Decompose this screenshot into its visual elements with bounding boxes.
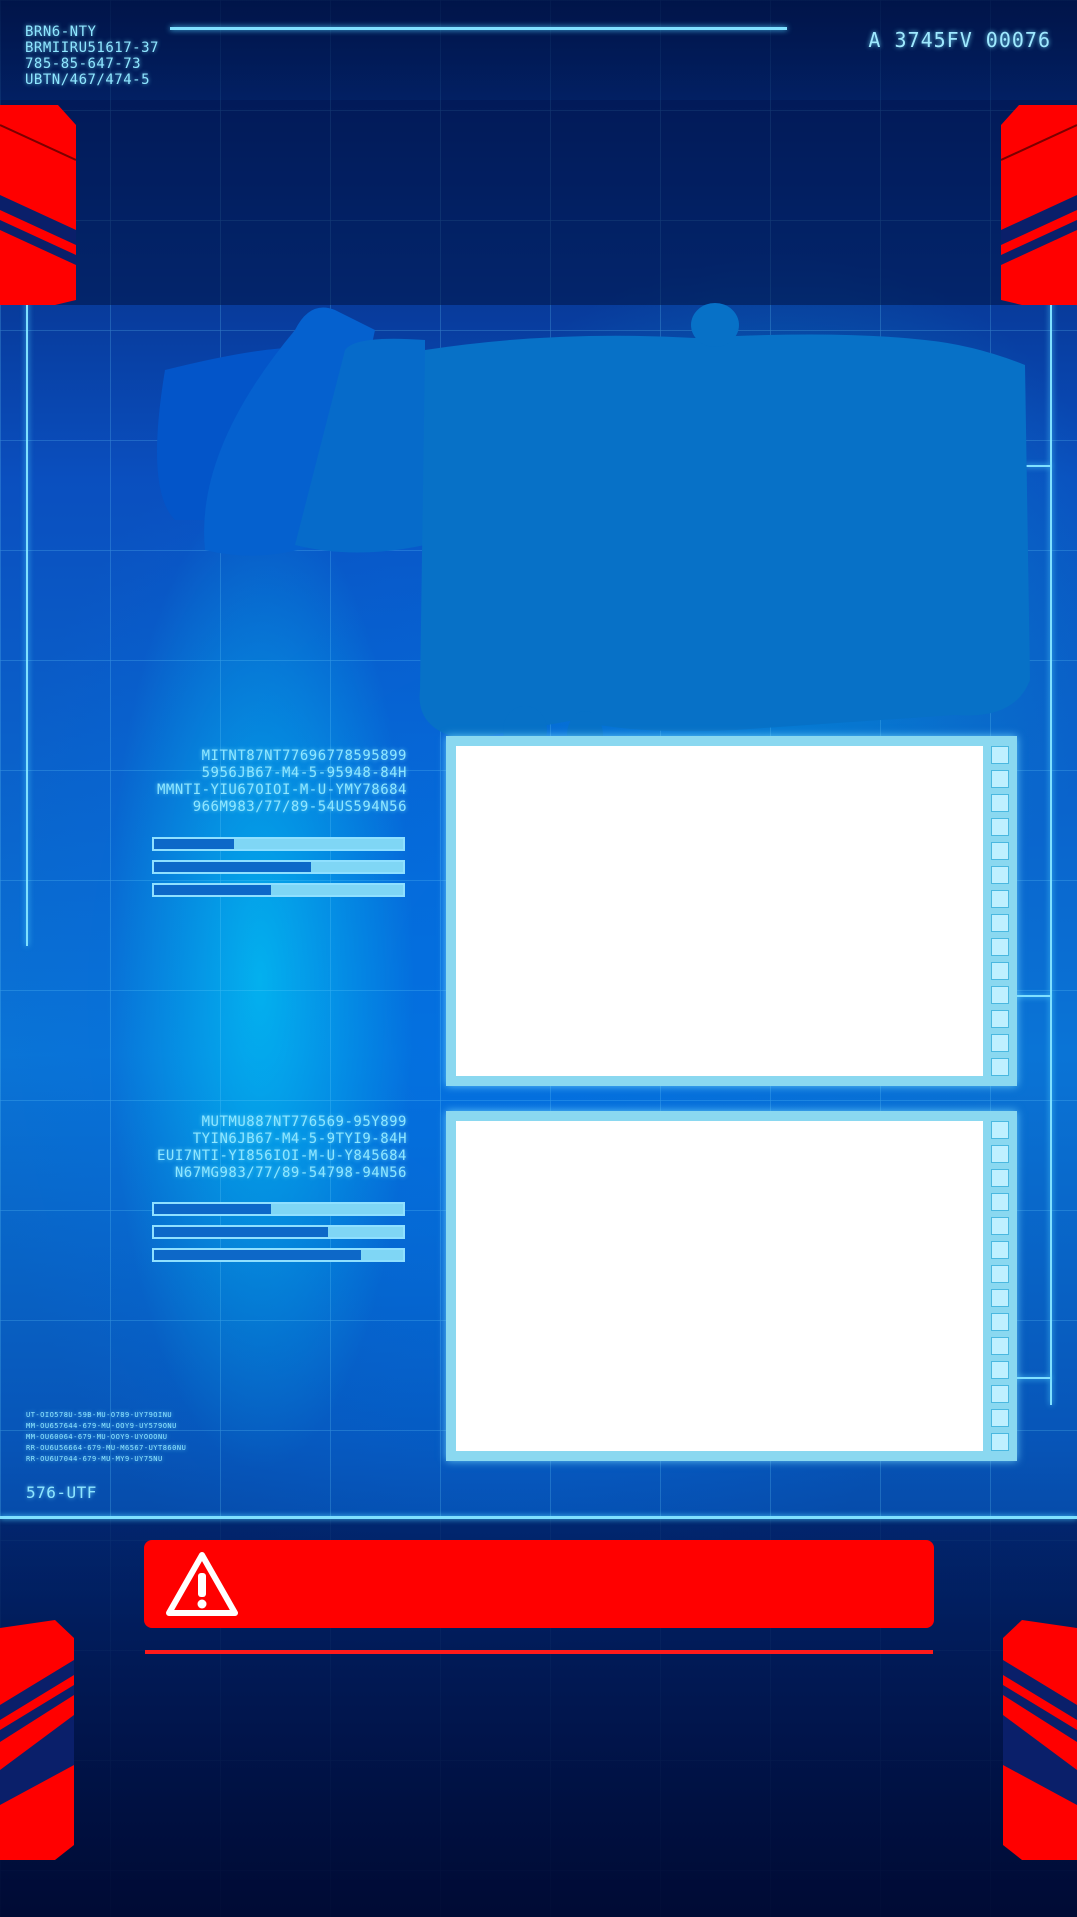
left-frame-line bbox=[26, 230, 28, 946]
display-panel-2 bbox=[446, 1111, 1017, 1461]
progress-bar bbox=[152, 1202, 405, 1216]
top-right-bracket-icon bbox=[1001, 105, 1077, 305]
small-code-block: UT-OIO578U-59B-MU-O789-UY79OINU MM-OU657… bbox=[26, 1410, 186, 1465]
small-code-line: MM-OU657644-679-MU-OOY9-UY579ONU bbox=[26, 1422, 177, 1430]
display-screen-1 bbox=[456, 746, 983, 1076]
header-code-block: BRN6-NTY BRMIIRU51617-37 785-85-647-73 U… bbox=[25, 24, 159, 88]
data-line: MMNTI-YIU67OIOI-M-U-YMY78684 bbox=[156, 782, 407, 798]
header-code-line: 785-85-647-73 bbox=[25, 56, 142, 72]
data-line: 966M983/77/89-54US594N56 bbox=[192, 799, 407, 815]
bottom-right-bracket-icon bbox=[1003, 1620, 1077, 1860]
data-line: TYIN6JB67-M4-5-9TYI9-84H bbox=[192, 1131, 407, 1147]
small-code-line: UT-OIO578U-59B-MU-O789-UY79OINU bbox=[26, 1411, 173, 1419]
warning-banner bbox=[144, 1540, 934, 1628]
header-strip bbox=[0, 100, 1077, 305]
redaction-brush-overlay bbox=[157, 303, 1031, 750]
data-line: N67MG983/77/89-54798-94N56 bbox=[174, 1165, 407, 1181]
progress-bar bbox=[152, 1248, 405, 1262]
bottom-left-bracket-icon bbox=[0, 1620, 74, 1860]
progress-bar bbox=[152, 883, 405, 897]
panel-tick-strip bbox=[991, 746, 1009, 1076]
top-divider-line bbox=[170, 27, 787, 30]
right-frame-line bbox=[1050, 230, 1052, 1405]
progress-bar bbox=[152, 860, 405, 874]
top-left-bracket-icon bbox=[0, 105, 76, 305]
data-line: EUI7NTI-YI856IOI-M-U-Y845684 bbox=[156, 1148, 407, 1164]
warning-underline bbox=[145, 1650, 933, 1654]
panel-tick-strip bbox=[991, 1121, 1009, 1451]
header-code-line: BRN6-NTY bbox=[25, 24, 97, 40]
data-block-2-text: MUTMU887NT776569-95Y899 TYIN6JB67-M4-5-9… bbox=[67, 1114, 407, 1182]
data-line: 5956JB67-M4-5-95948-84H bbox=[201, 765, 407, 781]
data-line: MUTMU887NT776569-95Y899 bbox=[201, 1114, 407, 1130]
warning-triangle-icon bbox=[166, 1552, 238, 1616]
display-panel-1 bbox=[446, 736, 1017, 1086]
data-block-1-text: MITNT87NT77696778595899 5956JB67-M4-5-95… bbox=[67, 748, 407, 816]
small-code-line: MM-OU60064-679-MU-OOY9-UYOOONU bbox=[26, 1433, 168, 1441]
progress-bar bbox=[152, 837, 405, 851]
small-code-line: RR-OU6U56664-679-MU-M6567-UYT860NU bbox=[26, 1444, 187, 1452]
data-line: MITNT87NT77696778595899 bbox=[201, 748, 407, 764]
right-frame-notch-3 bbox=[1015, 1377, 1051, 1379]
footer-code: 576-UTF bbox=[26, 1483, 97, 1502]
progress-bar bbox=[152, 1225, 405, 1239]
header-code-line: BRMIIRU51617-37 bbox=[25, 40, 159, 56]
header-code-line: UBTN/467/474-5 bbox=[25, 72, 151, 88]
header-id: A 3745FV 00076 bbox=[868, 28, 1051, 52]
data-block-2-bars bbox=[152, 1202, 405, 1271]
small-code-line: RR-OU6U7044-679-MU-MY9-UY75NU bbox=[26, 1455, 163, 1463]
data-block-1-bars bbox=[152, 837, 405, 906]
display-screen-2 bbox=[456, 1121, 983, 1451]
right-frame-notch-2 bbox=[1015, 995, 1051, 997]
bottom-divider-line bbox=[0, 1516, 1077, 1519]
